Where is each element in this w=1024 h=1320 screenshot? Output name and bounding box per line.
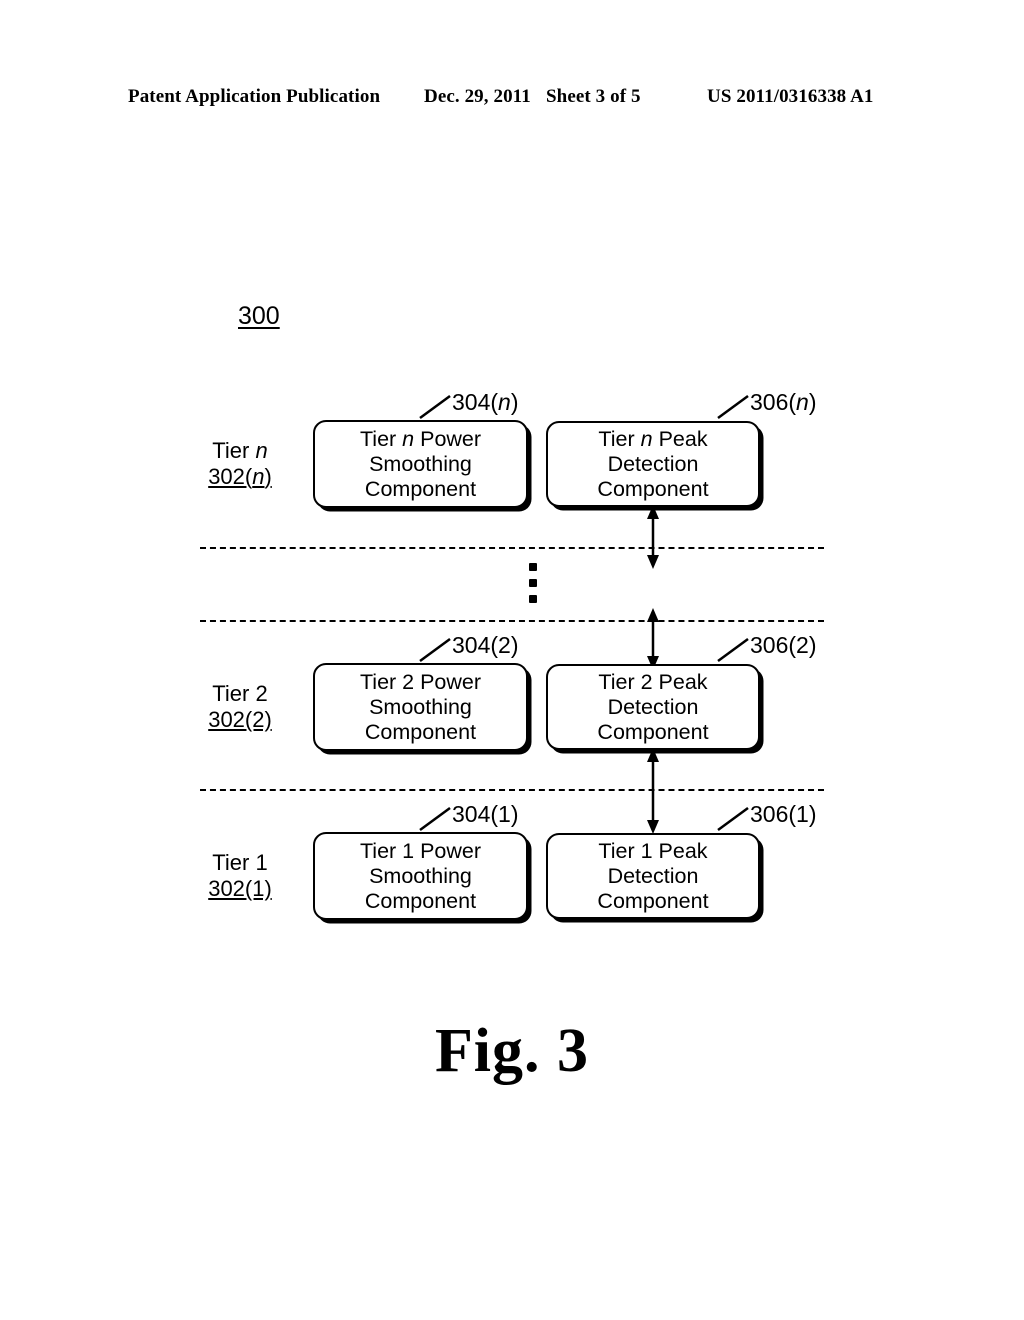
- tier-divider-middle: [200, 620, 824, 622]
- peak-detection-component-tier-n: Tier n Peak Detection Component: [546, 421, 760, 507]
- callout-304-1: 304(1): [452, 801, 519, 827]
- leader-line-306-2: [717, 637, 749, 663]
- tier-label-n-ref: 302(n): [208, 464, 272, 489]
- power-smoothing-component-tier-2: Tier 2 Power Smoothing Component: [313, 663, 528, 751]
- tier-label-n: Tier n 302(n): [180, 438, 300, 490]
- ellipsis-dot: [529, 579, 537, 587]
- tier-divider-upper: [200, 547, 824, 549]
- tier-label-2: Tier 2 302(2): [180, 681, 300, 733]
- leader-line-304-2: [419, 637, 451, 663]
- peak-detection-component-tier-1-text: Tier 1 Peak Detection Component: [597, 838, 709, 913]
- tier-label-1-name: Tier 1: [212, 850, 268, 875]
- callout-306-1: 306(1): [750, 801, 817, 827]
- ellipsis-dot: [529, 563, 537, 571]
- connector-arrow-into-tier-2: [647, 608, 659, 670]
- figure-reference-numeral-300: 300: [238, 302, 280, 330]
- connector-arrow-tier-n-to-tier-below: [647, 505, 659, 569]
- tier-label-1: Tier 1 302(1): [180, 850, 300, 902]
- tier-divider-lower: [200, 789, 824, 791]
- tier-label-1-ref: 302(1): [208, 876, 272, 901]
- peak-detection-component-tier-2-text: Tier 2 Peak Detection Component: [597, 669, 709, 744]
- connector-arrow-tier-2-to-tier-1: [647, 748, 659, 834]
- callout-304-2: 304(2): [452, 632, 519, 658]
- callout-306-n: 306(n): [750, 389, 817, 415]
- power-smoothing-component-tier-1-text: Tier 1 Power Smoothing Component: [359, 838, 482, 913]
- peak-detection-component-tier-n-text: Tier n Peak Detection Component: [597, 426, 709, 501]
- power-smoothing-component-tier-1: Tier 1 Power Smoothing Component: [313, 832, 528, 920]
- leader-line-304-n: [419, 394, 451, 420]
- vertical-ellipsis-icon: [529, 563, 543, 607]
- power-smoothing-component-tier-2-text: Tier 2 Power Smoothing Component: [359, 669, 482, 744]
- power-smoothing-component-tier-n-text: Tier n Power Smoothing Component: [359, 426, 482, 501]
- callout-306-2: 306(2): [750, 632, 817, 658]
- leader-line-306-1: [717, 806, 749, 832]
- peak-detection-component-tier-1: Tier 1 Peak Detection Component: [546, 833, 760, 919]
- figure-diagram-300: 300 Tier n 302(n) 304(n) Tier n Power Smo…: [0, 0, 1024, 1320]
- ellipsis-dot: [529, 595, 537, 603]
- tier-label-2-name: Tier 2: [212, 681, 268, 706]
- figure-caption: Fig. 3: [434, 1017, 590, 1085]
- tier-label-2-ref: 302(2): [208, 707, 272, 732]
- leader-line-306-n: [717, 394, 749, 420]
- power-smoothing-component-tier-n: Tier n Power Smoothing Component: [313, 420, 528, 508]
- leader-line-304-1: [419, 806, 451, 832]
- peak-detection-component-tier-2: Tier 2 Peak Detection Component: [546, 664, 760, 750]
- callout-304-n: 304(n): [452, 389, 519, 415]
- tier-label-n-name: Tier n: [212, 438, 268, 463]
